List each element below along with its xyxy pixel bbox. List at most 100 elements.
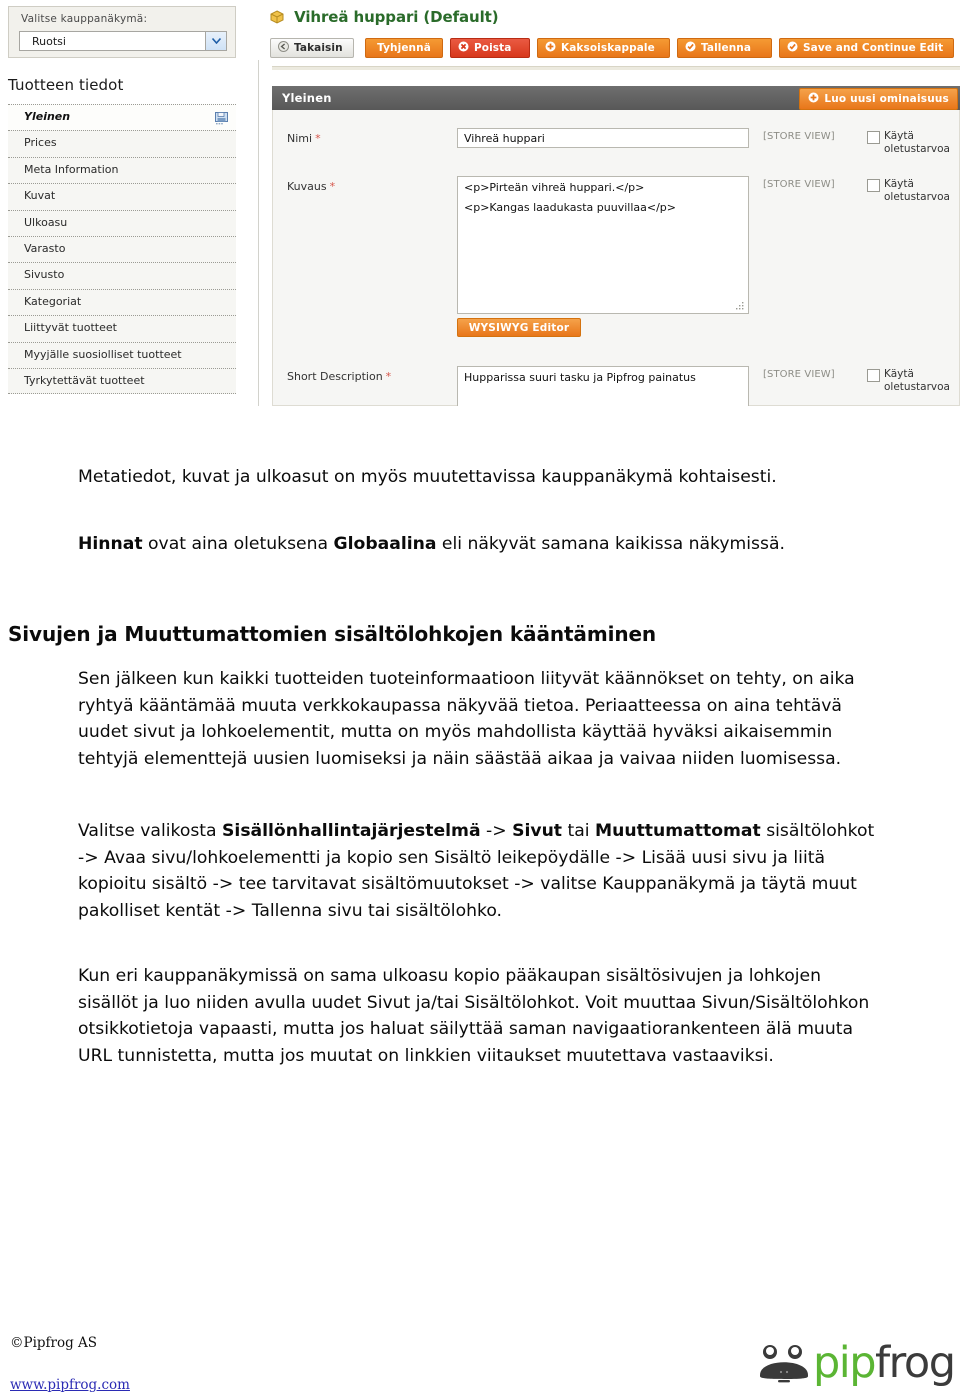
product-title: Vihreä huppari (Default): [270, 8, 499, 28]
frog-head-icon: [758, 1341, 810, 1385]
required-asterisk: *: [385, 370, 392, 383]
sidebar-item-label: Prices: [24, 136, 57, 150]
nimi-input[interactable]: Vihreä huppari: [457, 128, 749, 148]
paragraph-1: Metatiedot, kuvat ja ulkoasut on myös mu…: [78, 467, 777, 487]
copyright-text: ©Pipfrog AS: [10, 1335, 98, 1351]
sidebar-item-label: Tyrkytettävät tuotteet: [24, 373, 145, 387]
paragraph-5: Kun eri kauppanäkymissä on sama ulkoasu …: [78, 966, 870, 1066]
new-attribute-button[interactable]: Luo uusi ominaisuus: [799, 88, 958, 110]
required-asterisk: *: [329, 180, 336, 193]
paragraph-2-text-1: ovat aina oletuksena: [142, 534, 334, 554]
sidebar-item-label: Varasto: [24, 241, 66, 255]
use-default-checkbox[interactable]: [867, 131, 880, 144]
reset-button[interactable]: Tyhjennä: [365, 38, 443, 58]
paragraph-2-bold-2: Globaalina: [333, 534, 437, 554]
sidebar-item-label: Kuvat: [24, 189, 56, 203]
required-asterisk: *: [315, 132, 321, 145]
sidebar-item-myyjalle-suosiolliset-tuotteet[interactable]: Myyjälle suosiolliset tuotteet: [8, 341, 236, 368]
sidebar-item-sivusto[interactable]: Sivusto: [8, 262, 236, 289]
resize-grip-icon[interactable]: [736, 301, 745, 310]
sidebar-item-meta-information[interactable]: Meta Information: [8, 156, 236, 184]
back-icon: [278, 41, 289, 55]
page-footer: ©Pipfrog AS www.pipfrog.com pipfrog: [0, 1330, 960, 1398]
short-description-value: Hupparissa suuri tasku ja Pipfrog painat…: [464, 371, 696, 384]
use-default-checkbox[interactable]: [867, 369, 880, 382]
sidebar-item-kuvat[interactable]: Kuvat: [8, 183, 236, 210]
nimi-input-value: Vihreä huppari: [464, 132, 545, 145]
store-view-selector-box: Valitse kauppanäkymä: Ruotsi: [8, 6, 236, 58]
admin-screenshot-image: Valitse kauppanäkymä: Ruotsi Tuotteen ti…: [0, 0, 960, 406]
sidebar-item-yleinen[interactable]: Yleinen: [8, 104, 236, 131]
nimi-label-text: Nimi: [287, 132, 313, 145]
use-default-label: Käytä oletustarvoa: [884, 368, 950, 393]
save-and-continue-button[interactable]: Save and Continue Edit: [779, 38, 954, 58]
sidebar-item-label: Liittyvät tuotteet: [24, 321, 117, 335]
kuvaus-label-text: Kuvaus: [287, 180, 327, 193]
sidebar-item-varasto[interactable]: Varasto: [8, 235, 236, 263]
general-fieldset: Yleinen Luo uusi ominaisuus Nimi * Vihreä…: [272, 86, 960, 406]
duplicate-button-label: Kaksoiskappale: [561, 42, 655, 54]
nimi-scope-label: [STORE VIEW]: [763, 131, 835, 142]
save-and-continue-button-label: Save and Continue Edit: [803, 42, 944, 54]
chevron-down-icon[interactable]: [205, 32, 226, 50]
new-attribute-button-label: Luo uusi ominaisuus: [824, 93, 949, 105]
duplicate-button[interactable]: Kaksoiskappale: [537, 38, 670, 58]
use-default-checkbox[interactable]: [867, 179, 880, 192]
paragraph-2-text-2: eli näkyvät samana kaikissa näkymissä.: [436, 534, 785, 554]
sidebar-item-liittyvat-tuotteet[interactable]: Liittyvät tuotteet: [8, 315, 236, 342]
delete-button[interactable]: Poista: [450, 38, 530, 58]
logo-wordmark: pipfrog: [813, 1341, 956, 1385]
sidebar-item-label: Sivusto: [24, 268, 65, 282]
reset-button-label: Tyhjennä: [377, 42, 431, 54]
sidebar-item-label: Meta Information: [24, 162, 119, 176]
store-view-selected-value: Ruotsi: [32, 35, 66, 48]
save-button[interactable]: Tallenna: [677, 38, 772, 58]
wysiwyg-editor-label: WYSIWYG Editor: [468, 321, 570, 334]
sidebar-item-label: Myyjälle suosiolliset tuotteet: [24, 347, 182, 361]
logo-pip-text: pip: [813, 1337, 877, 1388]
page-title: Tuotteen tiedot: [8, 76, 124, 94]
product-info-tab-list: Yleinen Prices Meta Information Kuvat Ul…: [8, 104, 236, 395]
short-description-label: Short Description *: [287, 370, 391, 383]
kuvaus-scope-label: [STORE VIEW]: [763, 179, 835, 190]
sidebar-item-label: Kategoriat: [24, 294, 82, 308]
use-default-label: Käytä oletustarvoa: [884, 178, 950, 203]
paragraph-4-text-2: ->: [480, 821, 513, 841]
fieldset-title: Yleinen: [282, 91, 332, 105]
sidebar-item-prices[interactable]: Prices: [8, 130, 236, 157]
toolbar-underline: [272, 66, 960, 70]
paragraph-4-text-3: tai: [562, 821, 596, 841]
check-icon: [685, 41, 696, 55]
pipfrog-logo: pipfrog: [758, 1332, 956, 1394]
kuvaus-textarea[interactable]: <p>Pirteän vihreä huppari.</p> <p>Kangas…: [457, 176, 749, 314]
screenshot-left-column: Valitse kauppanäkymä: Ruotsi Tuotteen ti…: [0, 0, 248, 406]
delete-button-label: Poista: [474, 42, 512, 54]
sidebar-item-label: Yleinen: [24, 110, 71, 123]
column-divider: [258, 60, 259, 406]
short-description-textarea[interactable]: Hupparissa suuri tasku ja Pipfrog painat…: [457, 366, 749, 406]
wysiwyg-editor-button[interactable]: WYSIWYG Editor: [457, 318, 581, 337]
website-link[interactable]: www.pipfrog.com: [10, 1377, 130, 1393]
screenshot-right-column: Vihreä huppari (Default) Takaisin Tyhjen…: [260, 0, 960, 406]
kuvaus-label: Kuvaus *: [287, 180, 335, 193]
back-button[interactable]: Takaisin: [270, 38, 354, 58]
paragraph-4-bold-3: Muuttumattomat: [595, 821, 761, 841]
save-button-label: Tallenna: [701, 42, 752, 54]
paragraph-4-bold-2: Sivut: [512, 821, 563, 841]
kuvaus-line-1: <p>Pirteän vihreä huppari.</p>: [464, 181, 645, 194]
paragraph-2-bold-1: Hinnat: [78, 534, 143, 554]
paragraph-2: Hinnat ovat aina oletuksena Globaalina e…: [78, 531, 878, 558]
delete-icon: [458, 41, 469, 55]
product-cube-icon: [270, 10, 284, 28]
sidebar-item-tyrkytettavat-tuotteet[interactable]: Tyrkytettävät tuotteet: [8, 367, 236, 395]
sidebar-item-kategoriat[interactable]: Kategoriat: [8, 288, 236, 316]
sidebar-item-ulkoasu[interactable]: Ulkoasu: [8, 209, 236, 236]
store-view-select[interactable]: Ruotsi: [19, 31, 227, 51]
short-description-label-text: Short Description: [287, 370, 383, 383]
back-button-label: Takaisin: [294, 42, 343, 54]
fieldset-body: Nimi * Vihreä huppari [STORE VIEW] Käytä …: [272, 110, 960, 406]
paragraph-3: Sen jälkeen kun kaikki tuotteiden tuotei…: [78, 669, 855, 769]
save-disk-icon: [215, 110, 228, 125]
paragraph-4-text-1: Valitse valikosta: [78, 821, 223, 841]
nimi-label: Nimi *: [287, 132, 321, 145]
